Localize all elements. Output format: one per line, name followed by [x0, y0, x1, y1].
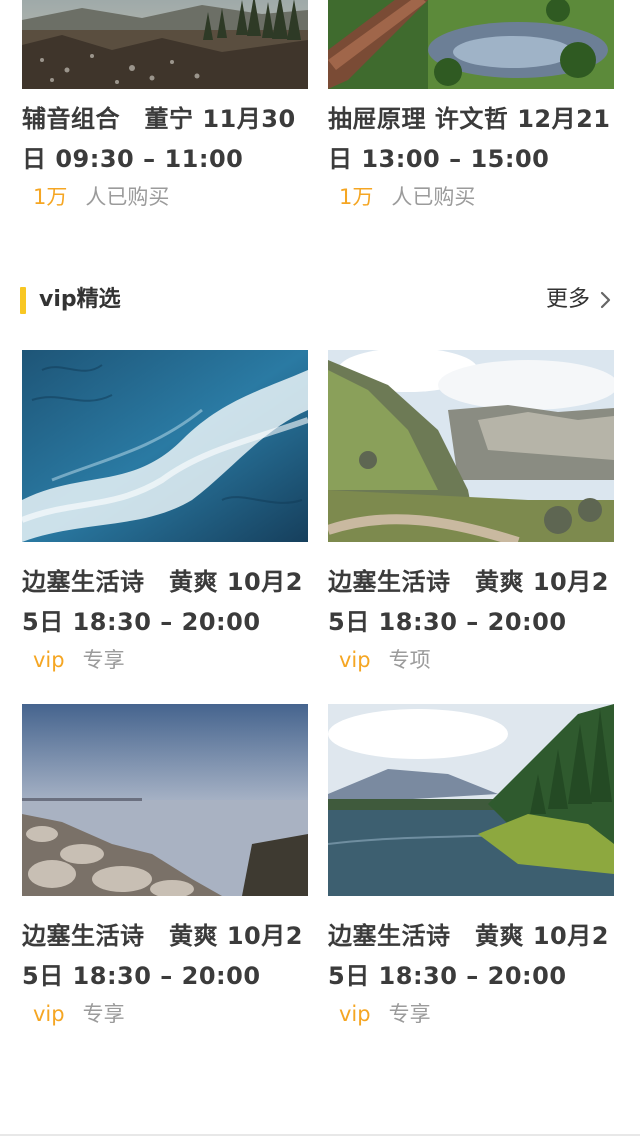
vip-tag-label: 专项 — [388, 648, 431, 672]
course-card[interactable]: 抽屉原理 许文哲 12月21日 13:00 – 15:00 1万 人已购买 — [328, 0, 614, 213]
course-title[interactable]: 边塞生活诗 黄爽 10月25日 18:30 – 20:00 — [22, 562, 308, 642]
course-title[interactable]: 抽屉原理 许文哲 12月21日 13:00 – 15:00 — [328, 99, 614, 179]
vip-label: vip — [33, 648, 65, 672]
course-thumbnail[interactable] — [22, 704, 308, 896]
vip-tag: vip 专享 — [22, 644, 308, 676]
more-label: 更多 — [545, 287, 590, 312]
chevron-right-icon — [600, 291, 612, 309]
purchase-label: 人已购买 — [391, 185, 476, 209]
course-title[interactable]: 边塞生活诗 黄爽 10月25日 18:30 – 20:00 — [328, 562, 614, 642]
vip-course-card[interactable]: 边塞生活诗 黄爽 10月25日 18:30 – 20:00 vip 专项 — [328, 350, 614, 676]
purchase-label: 人已购买 — [85, 185, 170, 209]
vip-tag-label: 专享 — [82, 648, 125, 672]
vip-tag-label: 专享 — [82, 1002, 125, 1026]
purchase-count: 1万 — [339, 185, 374, 209]
vip-label: vip — [33, 1002, 65, 1026]
course-thumbnail[interactable] — [22, 350, 308, 542]
purchase-info: 1万 人已购买 — [328, 181, 614, 213]
section-header: vip精选 更多 — [0, 276, 640, 324]
vip-tag: vip 专项 — [328, 644, 614, 676]
purchase-count: 1万 — [33, 185, 68, 209]
vip-label: vip — [339, 648, 371, 672]
vip-course-card[interactable]: 边塞生活诗 黄爽 10月25日 18:30 – 20:00 vip 专享 — [328, 704, 614, 1030]
section-accent-bar — [20, 287, 26, 314]
vip-tag: vip 专享 — [22, 998, 308, 1030]
course-thumbnail[interactable] — [328, 704, 614, 896]
course-thumbnail[interactable] — [328, 0, 614, 89]
course-title[interactable]: 边塞生活诗 黄爽 10月25日 18:30 – 20:00 — [328, 916, 614, 996]
more-button[interactable]: 更多 — [546, 284, 612, 316]
course-title[interactable]: 边塞生活诗 黄爽 10月25日 18:30 – 20:00 — [22, 916, 308, 996]
section-title: vip精选 — [39, 287, 121, 312]
vip-course-card[interactable]: 边塞生活诗 黄爽 10月25日 18:30 – 20:00 vip 专享 — [22, 704, 308, 1030]
vip-label: vip — [339, 1002, 371, 1026]
course-title[interactable]: 辅音组合 董宁 11月30日 09:30 – 11:00 — [22, 99, 308, 179]
vip-course-card[interactable]: 边塞生活诗 黄爽 10月25日 18:30 – 20:00 vip 专享 — [22, 350, 308, 676]
page: 辅音组合 董宁 11月30日 09:30 – 11:00 1万 人已购买 抽屉原… — [0, 0, 640, 1136]
vip-tag-label: 专享 — [388, 1002, 431, 1026]
vip-tag: vip 专享 — [328, 998, 614, 1030]
course-thumbnail[interactable] — [22, 0, 308, 89]
course-card[interactable]: 辅音组合 董宁 11月30日 09:30 – 11:00 1万 人已购买 — [22, 0, 308, 213]
course-thumbnail[interactable] — [328, 350, 614, 542]
purchase-info: 1万 人已购买 — [22, 181, 308, 213]
